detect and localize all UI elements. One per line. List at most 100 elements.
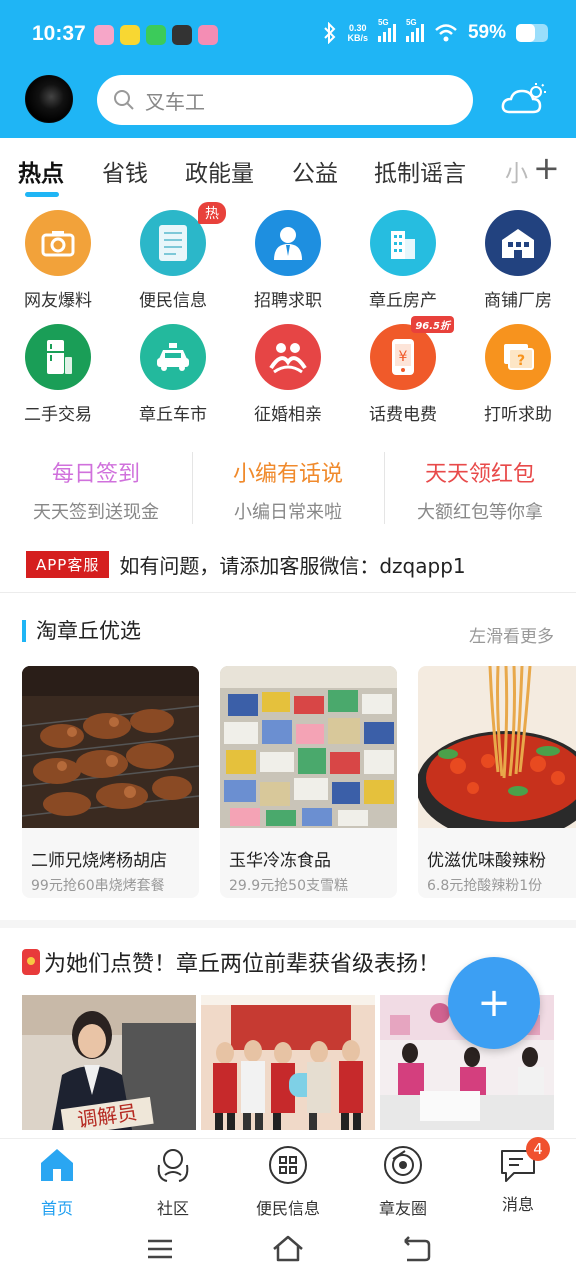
svg-text:?: ?: [517, 353, 525, 369]
grid-label: 章丘房产: [369, 291, 437, 311]
grid-label: 便民信息: [139, 291, 207, 311]
nav-community[interactable]: 社区: [123, 1145, 223, 1219]
search-icon: [114, 90, 134, 110]
news-headline[interactable]: 为她们点赞！章丘两位前辈获省级表扬！: [22, 946, 440, 978]
promo-subtitle: 天天签到送现金: [33, 502, 159, 523]
message-count-badge: 4: [526, 1137, 550, 1161]
section-title: 淘章丘优选: [22, 620, 141, 642]
grid-item-ershou[interactable]: 二手交易: [3, 324, 113, 434]
tab-positive-energy[interactable]: 政能量: [185, 154, 254, 188]
status-bar: 10:37 0.30 KB/s 5G 5G 59%: [0, 0, 576, 70]
camera-icon: [25, 210, 91, 276]
product-image-bbq: [22, 666, 199, 828]
hot-badge: 热: [198, 202, 226, 224]
battery-icon: [516, 24, 548, 42]
nav-label: 章友圈: [378, 1199, 427, 1218]
divider: [0, 592, 576, 593]
battery-percent: 59%: [467, 22, 506, 43]
promo-subtitle: 大额红包等你拿: [417, 502, 543, 523]
shop-icon: [485, 210, 551, 276]
add-post-button[interactable]: +: [448, 957, 540, 1049]
product-card[interactable]: 玉华冷冻食品 29.9元抢50支雪糕: [220, 666, 397, 898]
notification-icon: [94, 25, 114, 45]
category-tabs: 热点 省钱 政能量 公益 抵制谣言 小 +: [0, 138, 576, 200]
svg-text:¥: ¥: [399, 349, 408, 365]
product-card[interactable]: 优滋优味酸辣粉 6.8元抢酸辣粉1份: [418, 666, 576, 898]
nav-label: 首页: [40, 1199, 73, 1218]
product-desc: 6.8元抢酸辣粉1份: [427, 878, 543, 894]
add-tab-icon[interactable]: +: [533, 152, 560, 184]
wifi-icon: [435, 24, 457, 42]
promo-title: 小编有话说: [232, 462, 343, 487]
grid-label: 话费电费: [369, 405, 437, 425]
promo-title: 每日签到: [51, 462, 140, 487]
phone-bill-icon: ¥ 96.5折: [370, 316, 454, 390]
tab-hot[interactable]: 热点: [18, 154, 64, 188]
grid-label: 章丘车市: [139, 405, 207, 425]
couple-icon: [255, 324, 321, 390]
grid-item-qiuzhu[interactable]: ? 打听求助: [463, 324, 573, 434]
news-image-mediator[interactable]: 调解员: [22, 995, 196, 1130]
nav-messages[interactable]: 4 消息: [468, 1137, 568, 1215]
product-card[interactable]: 二师兄烧烤杨胡店 99元抢60串烧烤套餐: [22, 666, 199, 898]
tab-more-partial[interactable]: 小: [505, 154, 528, 188]
product-name: 优滋优味酸辣粉: [427, 851, 546, 871]
promo-red-packet[interactable]: 天天领红包 大额红包等你拿: [384, 452, 576, 528]
promo-editor-talk[interactable]: 小编有话说 小编日常来啦: [192, 452, 384, 528]
fridge-icon: [25, 324, 91, 390]
notification-icon: [198, 25, 218, 45]
news-image-group[interactable]: [201, 995, 375, 1130]
grid-item-fangchan[interactable]: 章丘房产: [348, 210, 458, 320]
grid-item-zhaopin[interactable]: 招聘求职: [233, 210, 343, 320]
bluetooth-icon: [324, 22, 336, 44]
grid-icon: [269, 1146, 307, 1184]
nav-label: 消息: [501, 1195, 534, 1214]
question-icon: ?: [485, 324, 551, 390]
weather-icon[interactable]: [500, 82, 548, 118]
status-time: 10:37: [32, 22, 86, 45]
active-tab-indicator: [25, 192, 59, 197]
grid-label: 招聘求职: [254, 291, 322, 311]
grid-item-shangpu[interactable]: 商铺厂房: [463, 210, 573, 320]
chat-icon: 4: [498, 1137, 550, 1185]
bottom-nav: 首页 社区 便民信息 章友圈 4 消息: [0, 1137, 576, 1219]
product-image-icecream: [220, 666, 397, 828]
product-image-noodles: [418, 666, 576, 841]
nav-home[interactable]: 首页: [7, 1145, 107, 1219]
tab-charity[interactable]: 公益: [292, 154, 338, 188]
top-bar: 10:37 0.30 KB/s 5G 5G 59% 叉车工: [0, 0, 576, 138]
grid-item-bianmin[interactable]: 热 便民信息: [118, 202, 228, 320]
signal-icon: 5G: [377, 18, 396, 42]
person-icon: [255, 210, 321, 276]
wechat-icon: [146, 25, 166, 45]
grid-item-huafei[interactable]: ¥ 96.5折 话费电费: [348, 316, 458, 434]
menu-icon[interactable]: [143, 1232, 177, 1266]
circle-icon: [384, 1146, 422, 1184]
promo-title: 天天领红包: [424, 462, 535, 487]
home-icon: [41, 1149, 73, 1181]
tab-save-money[interactable]: 省钱: [102, 154, 148, 188]
grid-item-xiangqin[interactable]: 征婚相亲: [233, 324, 343, 434]
grid-item-cheshi[interactable]: 章丘车市: [118, 324, 228, 434]
search-input[interactable]: 叉车工: [97, 75, 473, 125]
grid-label: 征婚相亲: [254, 405, 322, 425]
grid-label: 网友爆料: [24, 291, 92, 311]
nav-label: 社区: [156, 1199, 189, 1218]
grid-item-baoliao[interactable]: 网友爆料: [3, 210, 113, 320]
section-separator: [0, 920, 576, 928]
back-icon[interactable]: [399, 1232, 433, 1266]
promo-daily-checkin[interactable]: 每日签到 天天签到送现金: [0, 452, 192, 528]
grid-label: 商铺厂房: [484, 291, 552, 311]
product-name: 玉华冷冻食品: [229, 851, 331, 871]
red-envelope-icon: [22, 949, 40, 975]
home-button-icon[interactable]: [271, 1232, 305, 1266]
service-notice[interactable]: APP客服 如有问题，请添加客服微信：dzqapp1: [26, 549, 566, 579]
nav-bianmin[interactable]: 便民信息: [238, 1145, 338, 1219]
nav-friends-circle[interactable]: 章友圈: [353, 1145, 453, 1219]
net-speed: 0.30 KB/s: [347, 23, 368, 43]
avatar[interactable]: [25, 75, 73, 123]
car-icon: [140, 324, 206, 390]
nav-label: 便民信息: [255, 1199, 320, 1218]
see-more-link[interactable]: 左滑看更多: [469, 622, 554, 647]
tab-anti-rumor[interactable]: 抵制谣言: [374, 154, 466, 188]
